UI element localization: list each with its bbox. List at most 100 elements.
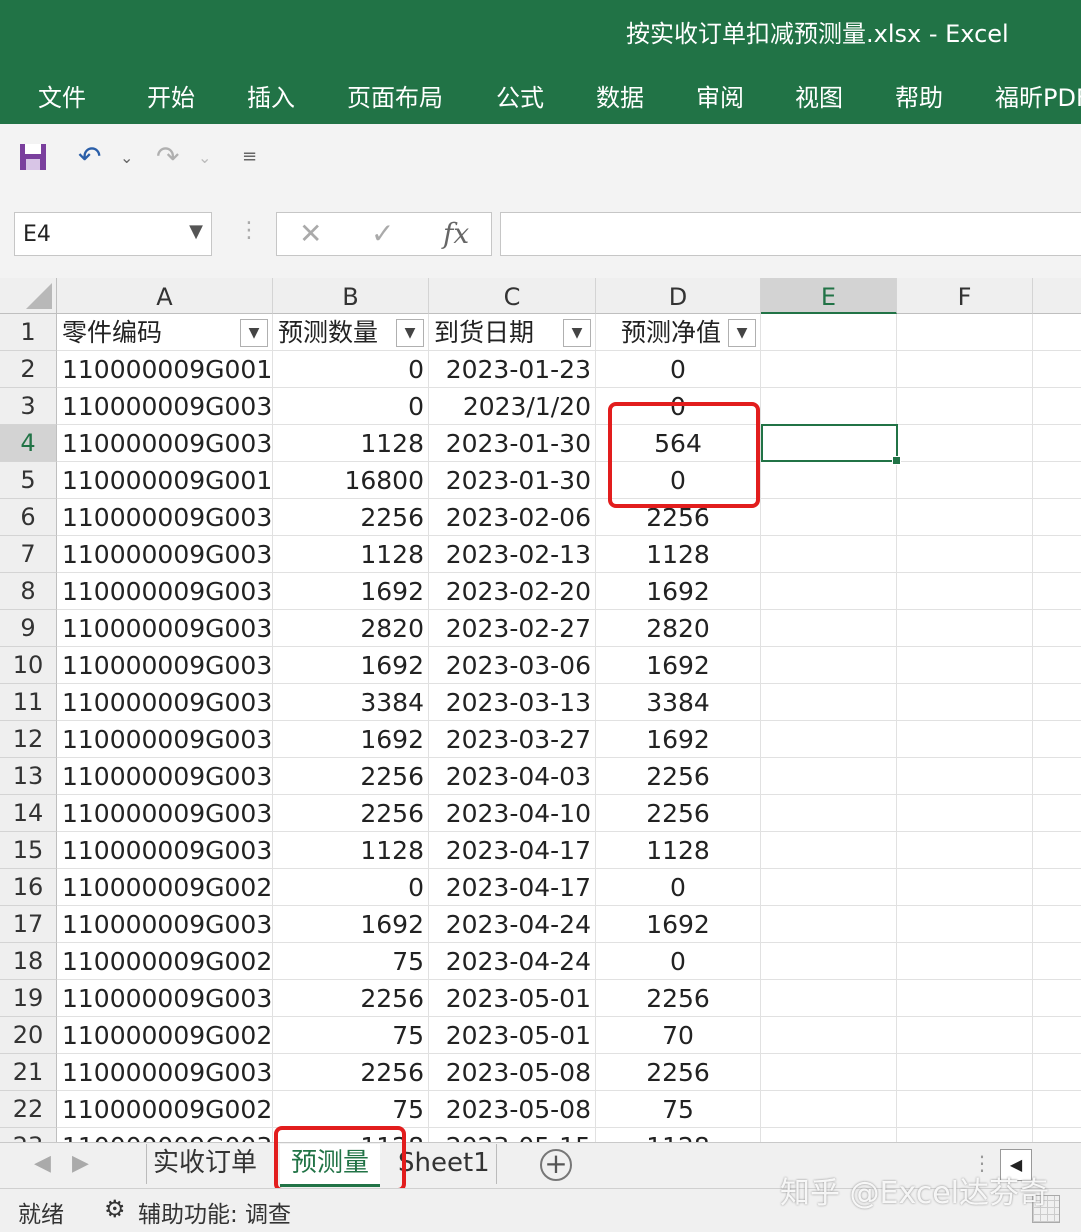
cell-extra[interactable] — [1033, 1091, 1081, 1128]
redo-icon[interactable]: ↷ — [156, 140, 179, 173]
cell-f3[interactable] — [897, 388, 1033, 425]
filter-dropdown-icon[interactable]: ▼ — [240, 319, 268, 347]
cell-extra[interactable] — [1033, 610, 1081, 647]
cell-f17[interactable] — [897, 906, 1033, 943]
cell-c19[interactable]: 2023-05-01 — [429, 980, 596, 1017]
cell-e14[interactable] — [761, 795, 897, 832]
cell-b22[interactable]: 75 — [273, 1091, 429, 1128]
sheet-tab-sheet1[interactable]: Sheet1 — [392, 1144, 497, 1184]
sheet-tab-orders[interactable]: 实收订单 — [146, 1144, 263, 1184]
cell-e8[interactable] — [761, 573, 897, 610]
cell-d13[interactable]: 2256 — [596, 758, 761, 795]
cell-f21[interactable] — [897, 1054, 1033, 1091]
cell-a16[interactable]: 110000009G002 — [57, 869, 273, 906]
cell-extra[interactable] — [1033, 869, 1081, 906]
cell-e18[interactable] — [761, 943, 897, 980]
cell-b4[interactable]: 1128 — [273, 425, 429, 462]
cell-a6[interactable]: 110000009G003 — [57, 499, 273, 536]
column-header-f[interactable]: F — [897, 278, 1033, 314]
cell-c9[interactable]: 2023-02-27 — [429, 610, 596, 647]
cell-extra[interactable] — [1033, 684, 1081, 721]
cell-e22[interactable] — [761, 1091, 897, 1128]
cell-f19[interactable] — [897, 980, 1033, 1017]
cell-f22[interactable] — [897, 1091, 1033, 1128]
cell-f2[interactable] — [897, 351, 1033, 388]
cell-b8[interactable]: 1692 — [273, 573, 429, 610]
cell-b2[interactable]: 0 — [273, 351, 429, 388]
cell-a21[interactable]: 110000009G003 — [57, 1054, 273, 1091]
cell-e21[interactable] — [761, 1054, 897, 1091]
cell-extra[interactable] — [1033, 351, 1081, 388]
tab-page-layout[interactable]: 页面布局 — [347, 78, 443, 113]
cell-extra[interactable] — [1033, 1017, 1081, 1054]
cell-c7[interactable]: 2023-02-13 — [429, 536, 596, 573]
row-header[interactable]: 3 — [0, 388, 57, 425]
cell-e11[interactable] — [761, 684, 897, 721]
name-box[interactable]: E4 ▼ — [14, 212, 212, 256]
cell-d7[interactable]: 1128 — [596, 536, 761, 573]
cell-extra[interactable] — [1033, 462, 1081, 499]
cell-f13[interactable] — [897, 758, 1033, 795]
row-header[interactable]: 14 — [0, 795, 57, 832]
cell-d21[interactable]: 2256 — [596, 1054, 761, 1091]
cell-extra[interactable] — [1033, 536, 1081, 573]
cell-b20[interactable]: 75 — [273, 1017, 429, 1054]
column-header-a[interactable]: A — [57, 278, 273, 314]
column-header-d[interactable]: D — [596, 278, 761, 314]
row-header[interactable]: 18 — [0, 943, 57, 980]
save-icon[interactable] — [18, 142, 48, 172]
cell-e5[interactable] — [761, 462, 897, 499]
cell-d18[interactable]: 0 — [596, 943, 761, 980]
row-header[interactable]: 9 — [0, 610, 57, 647]
cell-d1[interactable]: 预测净值▼ — [596, 314, 761, 351]
cell-extra[interactable] — [1033, 425, 1081, 462]
row-header[interactable]: 20 — [0, 1017, 57, 1054]
cell-f5[interactable] — [897, 462, 1033, 499]
accessibility-icon[interactable]: ⚙ — [104, 1195, 126, 1223]
cell-d17[interactable]: 1692 — [596, 906, 761, 943]
sheet-next-icon[interactable]: ▶ — [72, 1151, 89, 1176]
cell-a15[interactable]: 110000009G003 — [57, 832, 273, 869]
cell-e2[interactable] — [761, 351, 897, 388]
cell-f10[interactable] — [897, 647, 1033, 684]
cell-a12[interactable]: 110000009G003 — [57, 721, 273, 758]
cell-b19[interactable]: 2256 — [273, 980, 429, 1017]
cell-c10[interactable]: 2023-03-06 — [429, 647, 596, 684]
cell-c12[interactable]: 2023-03-27 — [429, 721, 596, 758]
cell-c3[interactable]: 2023/1/20 — [429, 388, 596, 425]
cell-c23[interactable]: 2023-05-15 — [429, 1128, 596, 1142]
filter-dropdown-icon[interactable]: ▼ — [728, 319, 756, 347]
cell-d14[interactable]: 2256 — [596, 795, 761, 832]
cell-e9[interactable] — [761, 610, 897, 647]
cell-a18[interactable]: 110000009G002 — [57, 943, 273, 980]
cell-e19[interactable] — [761, 980, 897, 1017]
cell-a23[interactable]: 110000009G003 — [57, 1128, 273, 1142]
enter-icon[interactable]: ✓ — [371, 217, 394, 250]
column-header-c[interactable]: C — [429, 278, 596, 314]
row-header[interactable]: 6 — [0, 499, 57, 536]
cell-b6[interactable]: 2256 — [273, 499, 429, 536]
row-header[interactable]: 21 — [0, 1054, 57, 1091]
cell-extra[interactable] — [1033, 943, 1081, 980]
row-header[interactable]: 23 — [0, 1128, 57, 1142]
column-header-e[interactable]: E — [761, 278, 897, 314]
tab-formulas[interactable]: 公式 — [496, 78, 544, 113]
cell-c18[interactable]: 2023-04-24 — [429, 943, 596, 980]
cell-c13[interactable]: 2023-04-03 — [429, 758, 596, 795]
cell-b14[interactable]: 2256 — [273, 795, 429, 832]
cell-c22[interactable]: 2023-05-08 — [429, 1091, 596, 1128]
splitter-icon[interactable]: ⋮ — [238, 218, 260, 243]
add-sheet-button[interactable]: + — [540, 1149, 572, 1181]
cancel-icon[interactable]: ✕ — [299, 217, 322, 250]
cell-a8[interactable]: 110000009G003 — [57, 573, 273, 610]
tab-help[interactable]: 帮助 — [895, 78, 943, 113]
cell-a22[interactable]: 110000009G002 — [57, 1091, 273, 1128]
cell-b15[interactable]: 1128 — [273, 832, 429, 869]
cell-extra[interactable] — [1033, 721, 1081, 758]
cell-c1[interactable]: 到货日期▼ — [429, 314, 596, 351]
chevron-down-icon[interactable]: ▼ — [189, 221, 203, 242]
cell-f7[interactable] — [897, 536, 1033, 573]
undo-dropdown-icon[interactable]: ⌄ — [120, 148, 133, 167]
row-header[interactable]: 15 — [0, 832, 57, 869]
row-header[interactable]: 2 — [0, 351, 57, 388]
